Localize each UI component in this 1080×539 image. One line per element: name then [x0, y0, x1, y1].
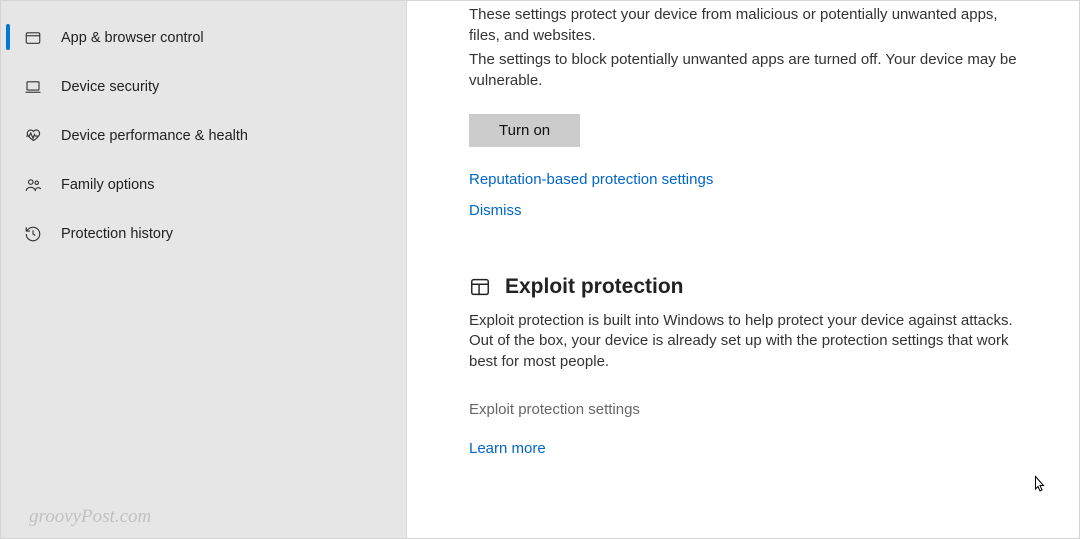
sidebar-item-device-security[interactable]: Device security	[1, 62, 406, 111]
exploit-protection-icon	[469, 276, 491, 298]
window-icon	[23, 28, 43, 48]
learn-more-link[interactable]: Learn more	[469, 440, 1031, 457]
reputation-description-2: The settings to block potentially unwant…	[469, 50, 1031, 91]
history-icon	[23, 224, 43, 244]
exploit-protection-header: Exploit protection	[469, 275, 1031, 299]
main-content: These settings protect your device from …	[407, 1, 1079, 538]
sidebar-item-protection-history[interactable]: Protection history	[1, 209, 406, 258]
turn-on-button[interactable]: Turn on	[469, 114, 580, 147]
sidebar-item-label: Device security	[61, 79, 159, 95]
sidebar-item-label: Family options	[61, 177, 154, 193]
exploit-protection-settings-link[interactable]: Exploit protection settings	[469, 401, 1031, 418]
heart-pulse-icon	[23, 126, 43, 146]
sidebar-item-device-performance-health[interactable]: Device performance & health	[1, 111, 406, 160]
dismiss-link[interactable]: Dismiss	[469, 202, 1031, 219]
exploit-protection-description: Exploit protection is built into Windows…	[469, 311, 1031, 373]
cursor-pointer-icon	[1030, 475, 1046, 495]
sidebar-item-app-browser-control[interactable]: App & browser control	[1, 13, 406, 62]
people-icon	[23, 175, 43, 195]
watermark: groovyPost.com	[29, 506, 151, 528]
sidebar: App & browser control Device security De…	[1, 1, 407, 538]
laptop-icon	[23, 77, 43, 97]
exploit-protection-title: Exploit protection	[505, 275, 684, 299]
sidebar-item-label: App & browser control	[61, 30, 204, 46]
reputation-description-1: These settings protect your device from …	[469, 5, 1031, 46]
reputation-settings-link[interactable]: Reputation-based protection settings	[469, 171, 1031, 188]
sidebar-item-family-options[interactable]: Family options	[1, 160, 406, 209]
sidebar-item-label: Device performance & health	[61, 128, 248, 144]
sidebar-item-label: Protection history	[61, 226, 173, 242]
